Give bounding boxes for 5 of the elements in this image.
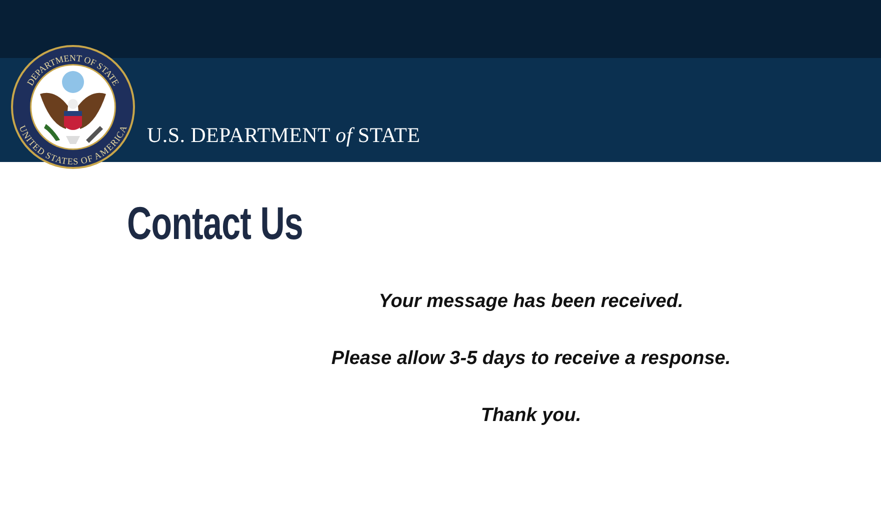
site-wordmark[interactable]: U.S. DEPARTMENT of STATE [147, 125, 420, 146]
page-title: Contact Us [127, 198, 303, 249]
confirmation-message: Please allow 3-5 days to receive a response. [331, 348, 731, 369]
confirmation-message: Your message has been received. [378, 290, 684, 312]
confirmation-message: Thank you. [480, 404, 582, 426]
